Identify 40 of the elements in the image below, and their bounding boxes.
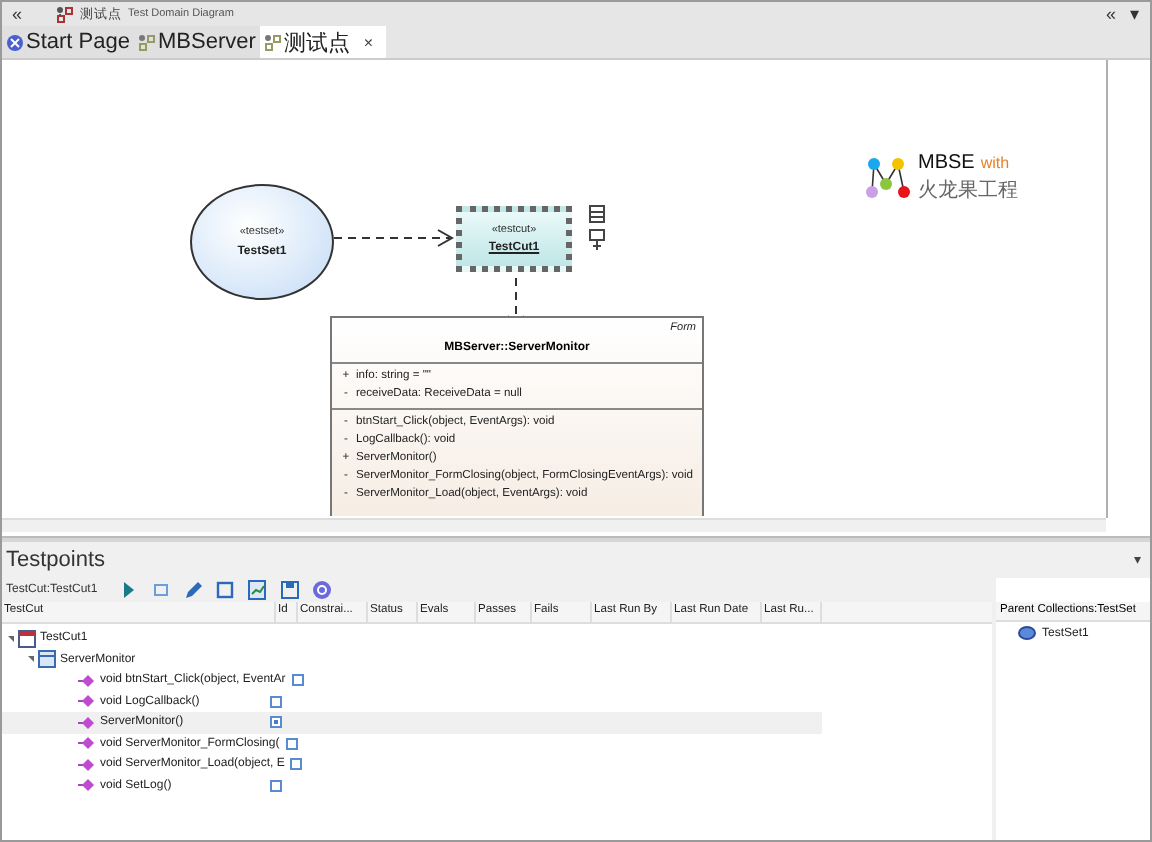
- collapse-button[interactable]: «: [1101, 5, 1120, 23]
- checkbox[interactable]: [285, 737, 298, 750]
- dropdown-button[interactable]: ▾: [1126, 5, 1144, 23]
- checkbox[interactable]: [270, 716, 282, 729]
- document-tab[interactable]: Start Page: [2, 26, 134, 58]
- document-tab[interactable]: 测试点: [259, 26, 356, 58]
- checkbox[interactable]: [291, 674, 304, 687]
- dependency-arrow: [332, 228, 456, 248]
- square-icon[interactable]: [214, 578, 238, 602]
- logo-title: MBSE: [918, 152, 975, 174]
- diagram-icon: [137, 33, 156, 51]
- close-button[interactable]: ×: [355, 26, 386, 58]
- report-icon[interactable]: [246, 578, 270, 602]
- quick-link-icons: [588, 204, 608, 252]
- class-icon: [38, 650, 56, 669]
- operation-icon: [78, 694, 96, 709]
- horizontal-scrollbar[interactable]: [2, 518, 1106, 532]
- collapse-button[interactable]: «: [8, 5, 27, 23]
- operation-icon: [78, 757, 96, 772]
- diagram-icon: [56, 5, 75, 23]
- diagram-icon: [263, 33, 282, 51]
- save-icon[interactable]: [278, 578, 302, 602]
- checkbox[interactable]: [270, 695, 282, 708]
- operation-icon: [78, 736, 96, 751]
- testcut-icon: [18, 629, 36, 648]
- document-tab[interactable]: MBServer: [133, 26, 260, 58]
- logo-accent: with: [980, 154, 1010, 172]
- square-icon[interactable]: [150, 578, 174, 602]
- checkbox[interactable]: [270, 779, 282, 792]
- operation-icon: [78, 673, 96, 688]
- operation-icon: [78, 715, 96, 730]
- panel-title: Testpoints: [6, 548, 106, 572]
- testset-icon: [1018, 626, 1036, 640]
- help-icon[interactable]: [310, 578, 334, 602]
- logo-icon: [866, 154, 910, 202]
- class-element[interactable]: [330, 316, 704, 516]
- checkbox[interactable]: [290, 758, 303, 771]
- start-icon: [6, 33, 24, 51]
- logo-subtitle: 火龙果工程: [918, 177, 1018, 204]
- operation-icon: [78, 778, 96, 793]
